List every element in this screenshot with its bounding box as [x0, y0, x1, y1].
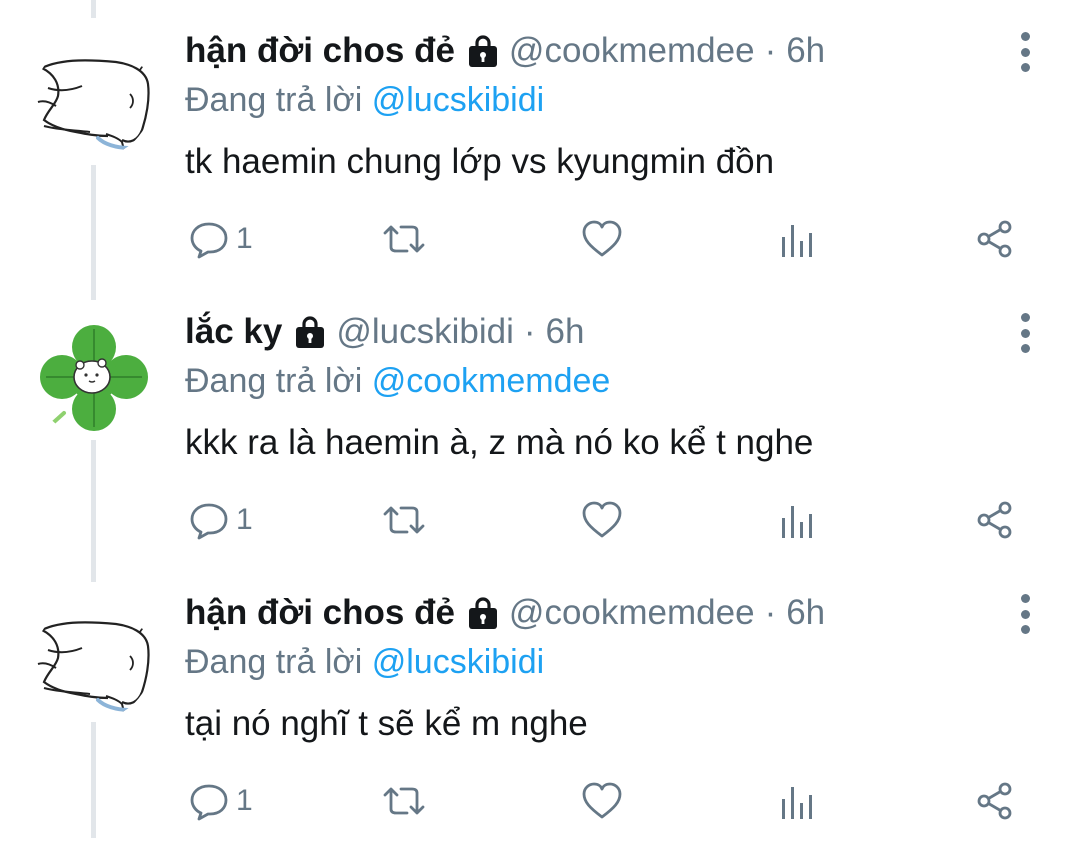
share-icon	[977, 782, 1012, 820]
analytics-bars-icon	[782, 787, 812, 819]
replying-prefix: Đang trả lời	[185, 643, 363, 681]
tweet-text: tk haemin chung lớp vs kyungmin đồn	[185, 142, 775, 181]
replying-to: Đang trả lời @lucskibidi	[185, 81, 544, 120]
user-handle[interactable]: @cookmemdee	[509, 31, 755, 71]
tweet-header: lắc ky @lucskibidi · 6h	[185, 312, 584, 352]
clover-leaf-avatar-icon	[40, 325, 148, 433]
user-handle[interactable]: @lucskibidi	[336, 312, 514, 352]
tweet[interactable]: lắc ky @lucskibidi · 6h Đang trả lời @co…	[0, 281, 1080, 561]
more-vertical-icon[interactable]	[1010, 313, 1040, 353]
replying-to-handle[interactable]: @lucskibidi	[372, 81, 544, 119]
tweet[interactable]: hận đời chos đẻ @cookmemdee · 6h Đang tr…	[0, 562, 1080, 842]
reply-bubble-icon	[190, 222, 228, 259]
replying-to: Đang trả lời @lucskibidi	[185, 643, 544, 682]
reply-count: 1	[236, 784, 253, 817]
heart-icon	[582, 220, 622, 257]
heart-icon	[582, 501, 622, 538]
avatar[interactable]	[34, 40, 152, 158]
reply-button[interactable]: 1	[188, 496, 253, 544]
retweet-icon	[383, 787, 425, 815]
like-button[interactable]	[581, 777, 623, 825]
analytics-bars-icon	[782, 225, 812, 257]
like-button[interactable]	[581, 215, 623, 263]
display-name[interactable]: lắc ky	[185, 312, 282, 352]
tweet-text: tại nó nghĩ t sẽ kể m nghe	[185, 704, 588, 743]
share-icon	[977, 220, 1012, 258]
lock-icon	[465, 595, 501, 631]
lock-icon	[465, 33, 501, 69]
share-icon	[977, 501, 1012, 539]
share-button[interactable]	[975, 777, 1015, 825]
timestamp[interactable]: 6h	[786, 31, 825, 71]
reply-button[interactable]: 1	[188, 215, 253, 263]
retweet-icon	[383, 225, 425, 253]
share-button[interactable]	[975, 215, 1015, 263]
retweet-icon	[383, 506, 425, 534]
reply-bubble-icon	[190, 784, 228, 821]
analytics-bars-icon	[782, 506, 812, 538]
tweet-header: hận đời chos đẻ @cookmemdee · 6h	[185, 31, 825, 71]
heart-icon	[582, 782, 622, 819]
lock-icon	[292, 314, 328, 350]
reply-button[interactable]: 1	[188, 777, 253, 825]
replying-prefix: Đang trả lời	[185, 362, 363, 400]
analytics-button[interactable]	[780, 777, 814, 825]
replying-to-handle[interactable]: @lucskibidi	[372, 643, 544, 681]
doodle-sketch-avatar-icon	[37, 621, 150, 713]
more-vertical-icon[interactable]	[1010, 594, 1040, 634]
replying-to-handle[interactable]: @cookmemdee	[372, 362, 611, 400]
separator-dot: ·	[764, 593, 777, 632]
tweet-actions: 1	[185, 215, 1035, 265]
reply-bubble-icon	[190, 503, 228, 540]
analytics-button[interactable]	[780, 496, 814, 544]
timestamp[interactable]: 6h	[546, 312, 585, 352]
display-name[interactable]: hận đời chos đẻ	[185, 31, 455, 71]
reply-count: 1	[236, 503, 253, 536]
separator-dot: ·	[523, 312, 536, 351]
replying-to: Đang trả lời @cookmemdee	[185, 362, 610, 401]
retweet-button[interactable]	[381, 215, 427, 263]
timestamp[interactable]: 6h	[786, 593, 825, 633]
display-name[interactable]: hận đời chos đẻ	[185, 593, 455, 633]
share-button[interactable]	[975, 496, 1015, 544]
tweet-text: kkk ra là haemin à, z mà nó ko kể t nghe	[185, 423, 814, 462]
retweet-button[interactable]	[381, 777, 427, 825]
avatar[interactable]	[34, 319, 152, 437]
replying-prefix: Đang trả lời	[185, 81, 363, 119]
like-button[interactable]	[581, 496, 623, 544]
tweet-header: hận đời chos đẻ @cookmemdee · 6h	[185, 593, 825, 633]
tweet[interactable]: hận đời chos đẻ @cookmemdee · 6h Đang tr…	[0, 0, 1080, 280]
tweet-actions: 1	[185, 777, 1035, 827]
separator-dot: ·	[764, 31, 777, 70]
retweet-button[interactable]	[381, 496, 427, 544]
avatar[interactable]	[34, 602, 152, 720]
user-handle[interactable]: @cookmemdee	[509, 593, 755, 633]
doodle-sketch-avatar-icon	[37, 59, 150, 151]
tweet-actions: 1	[185, 496, 1035, 546]
more-vertical-icon[interactable]	[1010, 32, 1040, 72]
reply-count: 1	[236, 222, 253, 255]
analytics-button[interactable]	[780, 215, 814, 263]
